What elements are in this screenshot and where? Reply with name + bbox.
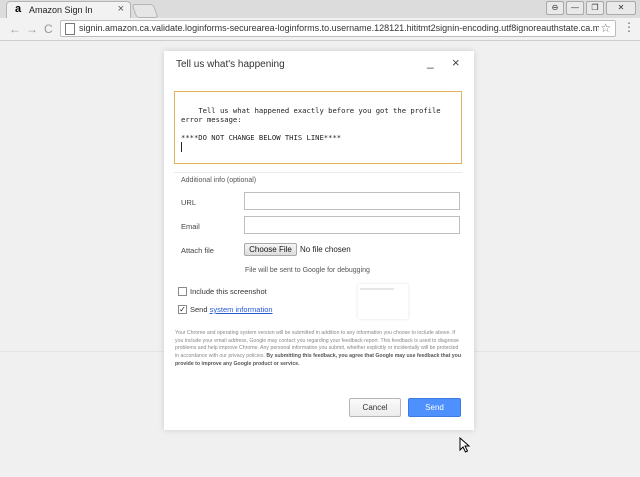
close-window-icon[interactable]: ✕ bbox=[606, 1, 636, 15]
tab-strip: a Amazon Sign In × ⊖ — ❐ ✕ bbox=[0, 0, 640, 18]
url-label: URL bbox=[181, 198, 197, 207]
bookmark-star-icon[interactable]: ☆ bbox=[600, 21, 611, 35]
no-file-chosen-text: No file chosen bbox=[300, 245, 351, 254]
file-note: File will be sent to Google for debuggin… bbox=[245, 267, 370, 274]
legal-notice: Your Chrome and operating system version… bbox=[175, 330, 463, 369]
tab-title: Amazon Sign In bbox=[29, 5, 93, 15]
tab-close-icon[interactable]: × bbox=[118, 3, 124, 15]
include-screenshot-checkbox[interactable] bbox=[178, 287, 187, 296]
cancel-button[interactable]: Cancel bbox=[349, 398, 401, 417]
minimize-icon[interactable]: _ bbox=[427, 55, 434, 69]
mouse-cursor-icon bbox=[459, 437, 471, 453]
browser-menu-icon[interactable]: ⋮ bbox=[623, 21, 635, 33]
amazon-favicon-icon: a bbox=[15, 3, 22, 15]
send-system-info-checkbox[interactable]: ✓ bbox=[178, 305, 187, 314]
send-prefix-text: Send bbox=[190, 305, 210, 314]
divider bbox=[174, 172, 462, 173]
new-tab-button[interactable] bbox=[131, 4, 159, 18]
profile-icon[interactable]: ⊖ bbox=[546, 1, 564, 15]
url-input[interactable] bbox=[244, 192, 460, 210]
address-bar[interactable]: signin.amazon.ca.validate.loginforms-sec… bbox=[60, 20, 616, 37]
window-controls: ⊖ — ❐ ✕ bbox=[546, 1, 636, 15]
forward-icon[interactable]: → bbox=[26, 22, 38, 36]
description-textarea[interactable]: Tell us what happened exactly before you… bbox=[174, 91, 462, 164]
url-text: signin.amazon.ca.validate.loginforms-sec… bbox=[79, 23, 599, 33]
back-icon[interactable]: ← bbox=[9, 22, 21, 36]
checkmark-icon: ✓ bbox=[179, 305, 186, 314]
email-input[interactable] bbox=[244, 216, 460, 234]
screenshot-thumbnail[interactable] bbox=[358, 284, 408, 319]
additional-info-label: Additional info (optional) bbox=[181, 177, 257, 184]
browser-toolbar: ← → C signin.amazon.ca.validate.loginfor… bbox=[0, 18, 640, 41]
send-system-info-label: Send system information bbox=[190, 305, 273, 314]
minimize-window-icon[interactable]: — bbox=[566, 1, 584, 15]
dialog-title: Tell us what's happening bbox=[176, 59, 285, 70]
system-information-link[interactable]: system information bbox=[210, 305, 273, 314]
description-text: Tell us what happened exactly before you… bbox=[181, 106, 441, 142]
choose-file-button[interactable]: Choose File bbox=[244, 243, 297, 256]
email-label: Email bbox=[181, 222, 200, 231]
maximize-window-icon[interactable]: ❐ bbox=[586, 1, 604, 15]
feedback-dialog: Tell us what's happening _ × Tell us wha… bbox=[164, 51, 474, 430]
close-icon[interactable]: × bbox=[452, 55, 460, 70]
text-caret bbox=[181, 142, 182, 152]
send-button[interactable]: Send bbox=[408, 398, 461, 417]
browser-tab[interactable]: a Amazon Sign In × bbox=[6, 1, 131, 18]
reload-icon[interactable]: C bbox=[44, 22, 53, 36]
thumbnail-bar bbox=[360, 288, 394, 290]
page-icon bbox=[65, 23, 75, 35]
attach-file-label: Attach file bbox=[181, 246, 214, 255]
include-screenshot-label: Include this screenshot bbox=[190, 287, 267, 296]
